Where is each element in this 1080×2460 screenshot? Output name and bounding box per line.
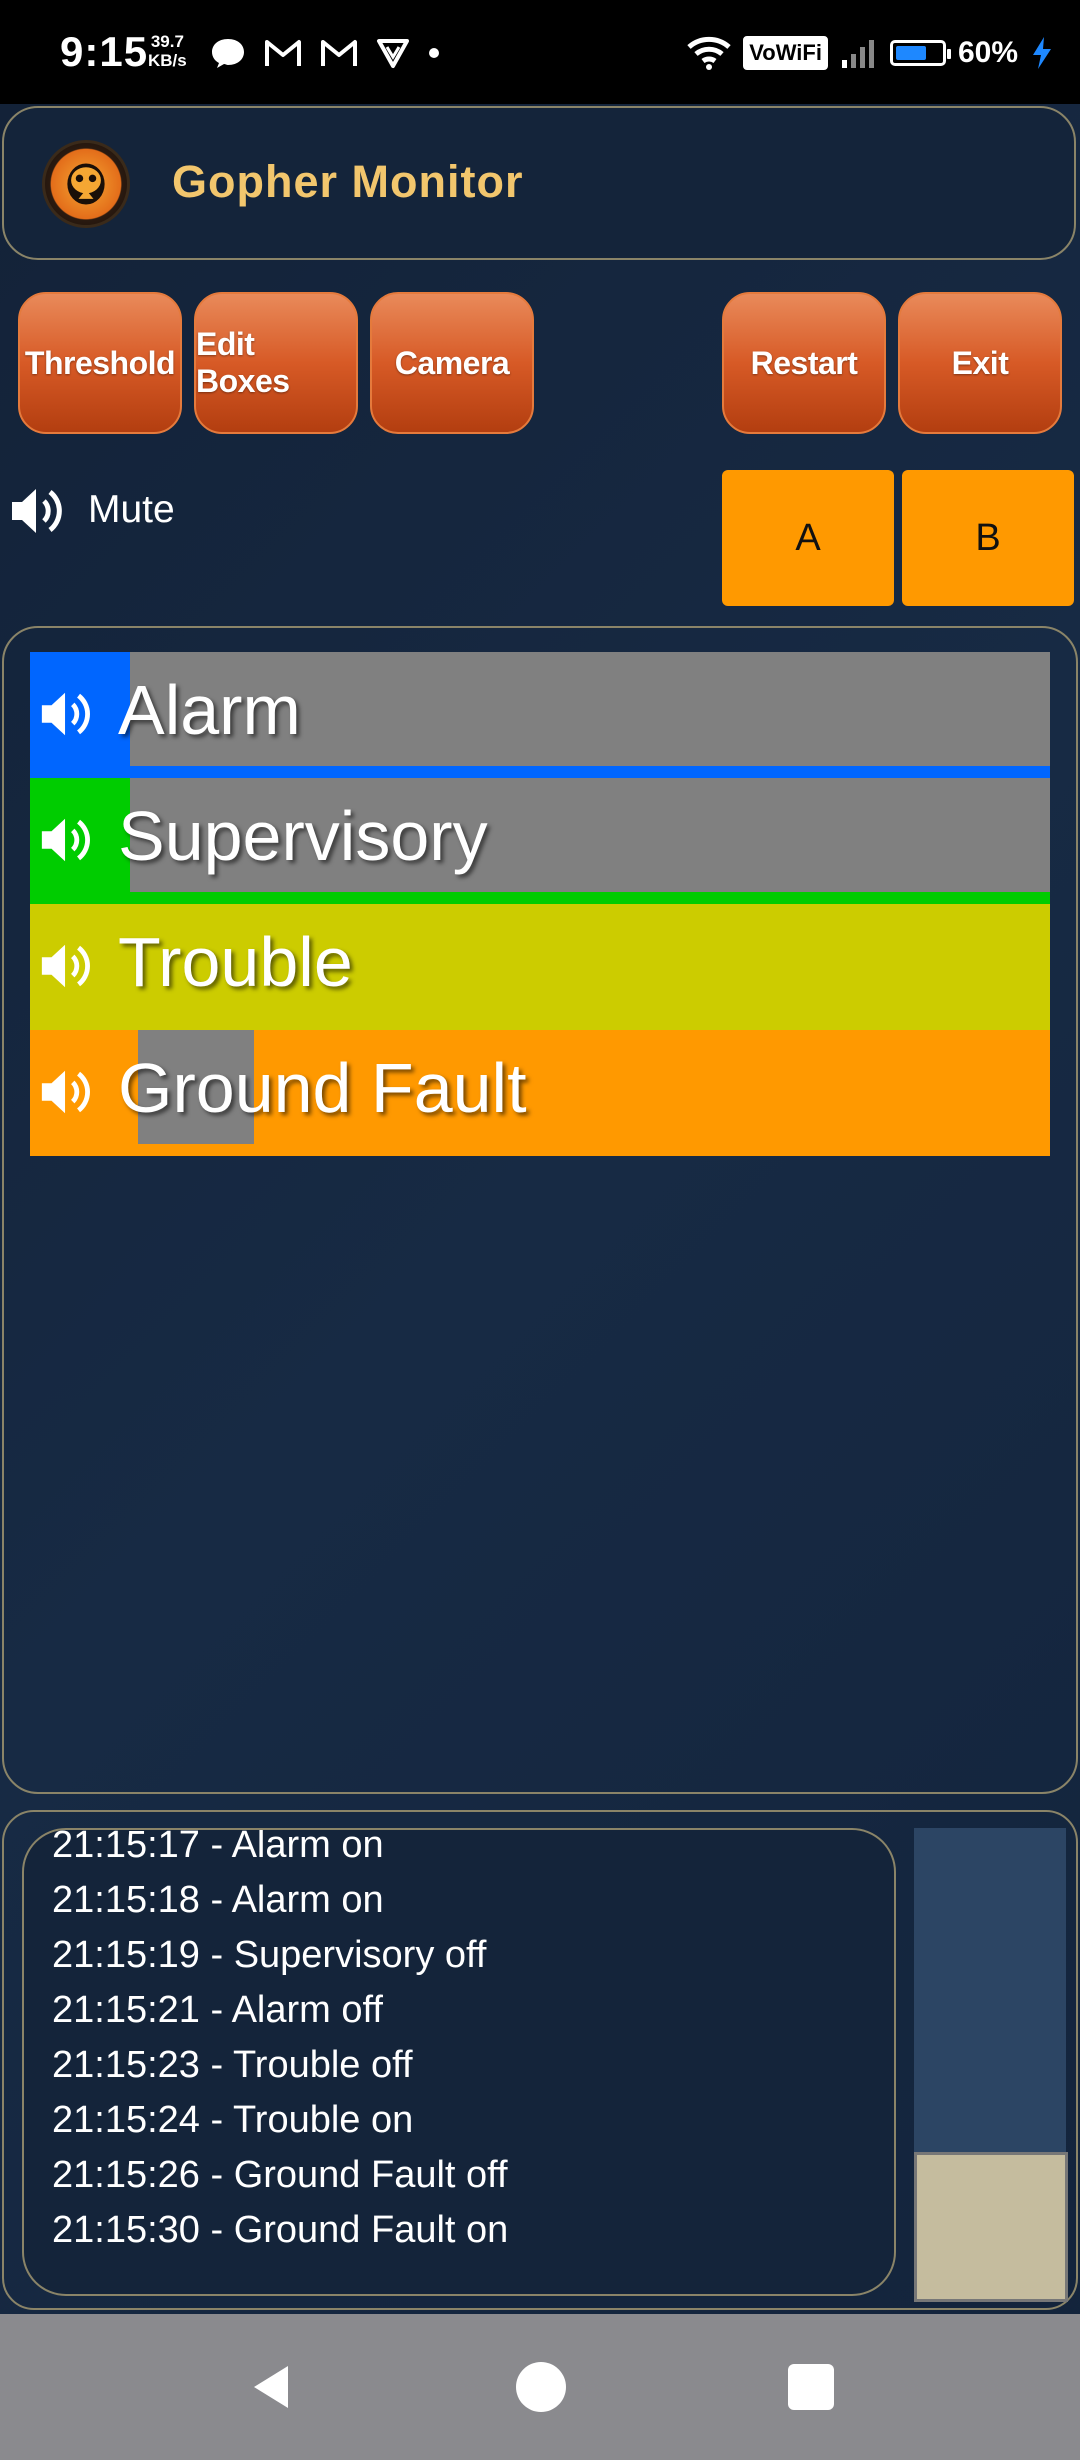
status-time: 9:15 xyxy=(60,28,149,75)
log-entry: 21:15:19 - Supervisory off xyxy=(52,1934,487,1976)
camera-button[interactable]: Camera xyxy=(370,292,534,434)
mute-label[interactable]: Mute xyxy=(88,488,175,532)
log-entry: 21:15:24 - Trouble on xyxy=(52,2099,414,2141)
log-entry: 21:15:23 - Trouble off xyxy=(52,2044,413,2086)
vpn-icon xyxy=(377,39,409,68)
alarm-indicator-bar xyxy=(30,766,1050,778)
log-panel: 21:15:17 - Alarm on 21:15:18 - Alarm on … xyxy=(2,1810,1078,2310)
speaker-icon[interactable] xyxy=(8,482,66,540)
speaker-icon[interactable] xyxy=(38,812,94,868)
alert-row-supervisory[interactable]: Supervisory xyxy=(30,778,1050,904)
log-scrollbar-track[interactable] xyxy=(914,1828,1068,2302)
restart-button[interactable]: Restart xyxy=(722,292,886,434)
app-container: Gopher Monitor Threshold Edit Boxes Came… xyxy=(0,104,1080,2314)
chat-bubble-icon xyxy=(212,39,244,68)
supervisory-indicator-bar xyxy=(30,892,1050,904)
log-scrollbar-thumb[interactable] xyxy=(914,2152,1068,2302)
log-entry: 21:15:18 - Alarm on xyxy=(52,1879,384,1921)
log-entry: 21:15:26 - Ground Fault off xyxy=(52,2154,508,2196)
wifi-icon xyxy=(687,36,731,70)
edit-boxes-button[interactable]: Edit Boxes xyxy=(194,292,358,434)
dot-icon xyxy=(429,48,439,58)
back-icon[interactable] xyxy=(244,2360,298,2414)
alert-label-trouble: Trouble xyxy=(118,923,353,1001)
vowifi-icon: VoWiFi xyxy=(743,36,828,70)
network-speed-unit: KB/s xyxy=(148,51,187,70)
threshold-button[interactable]: Threshold xyxy=(18,292,182,434)
log-entry: 21:15:17 - Alarm on xyxy=(52,1828,384,1866)
channel-a-button[interactable]: A xyxy=(722,470,894,606)
event-log[interactable]: 21:15:17 - Alarm on 21:15:18 - Alarm on … xyxy=(22,1828,896,2296)
speaker-icon[interactable] xyxy=(38,1064,94,1120)
network-speed: 39.7 KB/s xyxy=(148,32,187,70)
home-icon[interactable] xyxy=(514,2360,568,2414)
gmail-icon xyxy=(321,40,357,66)
gopher-logo-icon xyxy=(42,140,130,228)
battery-percent: 60% xyxy=(957,36,1018,69)
channel-b-button[interactable]: B xyxy=(902,470,1074,606)
notification-icons xyxy=(210,28,440,78)
gmail-icon xyxy=(265,40,301,66)
log-entry: 21:15:30 - Ground Fault on xyxy=(52,2209,509,2251)
alert-label-supervisory: Supervisory xyxy=(118,797,488,875)
alert-row-trouble[interactable]: Trouble xyxy=(30,904,1050,1030)
app-title: Gopher Monitor xyxy=(172,156,524,207)
signal-icon xyxy=(841,40,874,68)
alert-row-alarm[interactable]: Alarm xyxy=(30,652,1050,778)
status-bar: 9:15 39.7 KB/s VoWiFi 60% xyxy=(0,0,1080,104)
exit-button[interactable]: Exit xyxy=(898,292,1062,434)
alert-label-alarm: Alarm xyxy=(118,671,301,749)
app-header: Gopher Monitor xyxy=(2,106,1076,260)
recents-icon[interactable] xyxy=(784,2360,838,2414)
network-speed-value: 39.7 xyxy=(150,32,184,51)
battery-icon xyxy=(889,40,951,66)
speaker-icon[interactable] xyxy=(38,686,94,742)
alert-row-ground-fault[interactable]: Ground Fault xyxy=(30,1030,1050,1156)
system-icons: VoWiFi 60% xyxy=(687,28,1054,78)
speaker-icon[interactable] xyxy=(38,938,94,994)
log-entry: 21:15:21 - Alarm off xyxy=(52,1989,383,2031)
alert-label-ground-fault: Ground Fault xyxy=(118,1049,527,1127)
navigation-bar xyxy=(0,2314,1080,2460)
charging-icon xyxy=(1033,37,1051,69)
